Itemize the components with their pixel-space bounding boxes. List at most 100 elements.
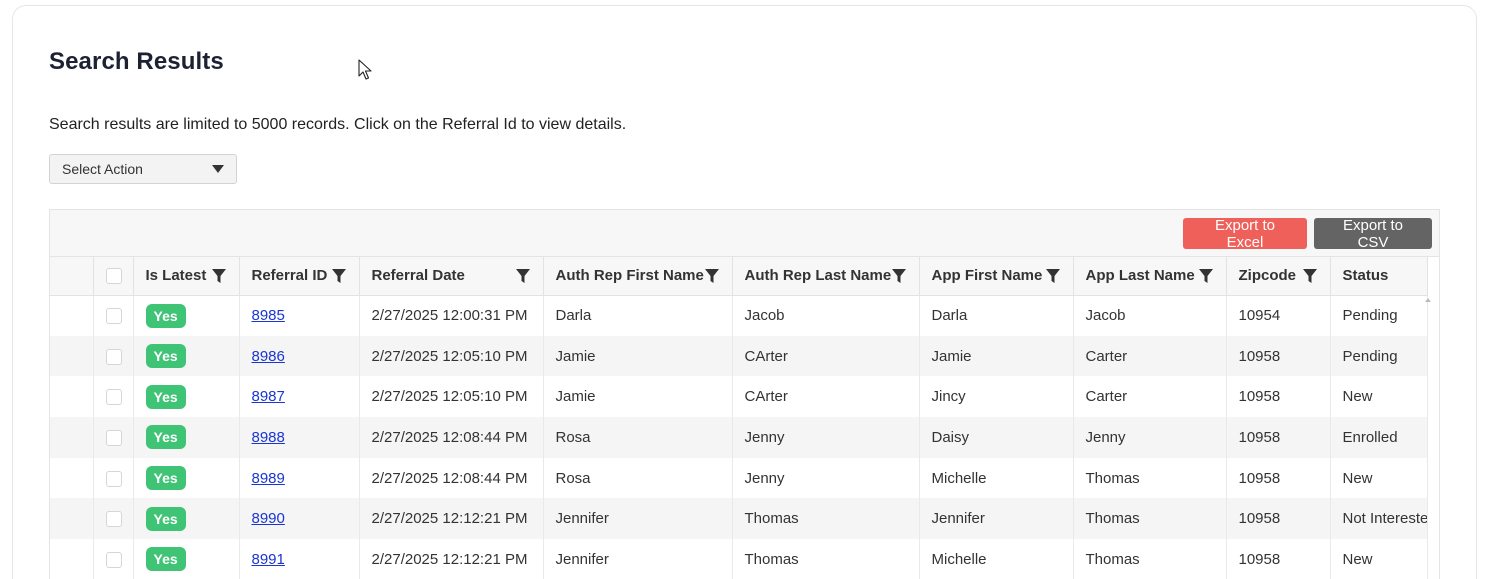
results-table: Is Latest Referral ID Referral Date Auth… [50, 257, 1428, 579]
is-latest-badge: Yes [145, 425, 186, 450]
header-app-last-name[interactable]: App Last Name [1073, 257, 1227, 296]
row-blank-cell [50, 335, 94, 377]
cell-zipcode: 10958 [1226, 498, 1331, 540]
header-referral-date[interactable]: Referral Date [359, 257, 544, 296]
table-row: Yes 8987 2/27/2025 12:05:10 PM Jamie CArter J… [50, 376, 1428, 418]
is-latest-badge: Yes [145, 384, 186, 409]
cell-app-last: Thomas [1073, 498, 1227, 540]
referral-id-cell: 8989 [239, 457, 360, 499]
referral-id-cell: 8986 [239, 335, 360, 377]
filter-icon[interactable] [1302, 268, 1318, 284]
header-status[interactable]: Status [1330, 257, 1428, 296]
header-auth-rep-first-name[interactable]: Auth Rep First Name [543, 257, 733, 296]
cell-auth-first: Darla [543, 295, 733, 336]
row-checkbox[interactable] [105, 551, 122, 568]
table-row: Yes 8990 2/27/2025 12:12:21 PM Jennifer Thom… [50, 498, 1428, 540]
cell-auth-first: Rosa [543, 457, 733, 499]
row-checkbox[interactable] [105, 389, 122, 406]
cell-app-first: Michelle [919, 457, 1074, 499]
cell-zipcode: 10958 [1226, 417, 1331, 458]
referral-id-link[interactable]: 8990 [252, 510, 285, 527]
select-action-value: Select Action [62, 161, 143, 177]
mouse-cursor-icon [358, 59, 372, 80]
referral-id-link[interactable]: 8991 [252, 551, 285, 568]
scroll-up-arrow-icon[interactable] [1425, 298, 1431, 302]
cell-auth-last: CArter [732, 376, 920, 418]
row-checkbox[interactable] [105, 348, 122, 365]
results-grid: Export to Excel Export to CSV Is Latest … [49, 209, 1440, 579]
referral-id-cell: 8987 [239, 376, 360, 418]
referral-id-cell: 8988 [239, 417, 360, 458]
referral-id-link[interactable]: 8986 [252, 348, 285, 365]
referral-id-cell: 8991 [239, 539, 360, 579]
cell-referral-date: 2/27/2025 12:08:44 PM [359, 457, 544, 499]
cell-auth-last: Jacob [732, 295, 920, 336]
cell-auth-last: CArter [732, 335, 920, 377]
filter-icon[interactable] [331, 268, 347, 284]
row-checkbox[interactable] [105, 511, 122, 528]
cell-auth-last: Jenny [732, 417, 920, 458]
filter-icon[interactable] [1198, 268, 1214, 284]
row-checkbox[interactable] [105, 429, 122, 446]
filter-icon[interactable] [891, 268, 907, 284]
select-action-dropdown[interactable]: Select Action [49, 154, 237, 184]
filter-icon[interactable] [211, 268, 227, 284]
table-row: Yes 8989 2/27/2025 12:08:44 PM Rosa Jenny Mic… [50, 457, 1428, 499]
row-blank-cell [50, 457, 94, 499]
row-select-cell [93, 498, 134, 540]
header-is-latest[interactable]: Is Latest [133, 257, 240, 296]
is-latest-cell: Yes [133, 498, 240, 540]
header-auth-rep-last-name[interactable]: Auth Rep Last Name [732, 257, 920, 296]
filter-icon[interactable] [1045, 268, 1061, 284]
cell-auth-first: Jennifer [543, 498, 733, 540]
select-all-checkbox[interactable] [105, 268, 122, 285]
is-latest-badge: Yes [145, 303, 186, 328]
referral-id-link[interactable]: 8989 [252, 470, 285, 487]
cell-referral-date: 2/27/2025 12:08:44 PM [359, 417, 544, 458]
cell-app-first: Daisy [919, 417, 1074, 458]
is-latest-cell: Yes [133, 539, 240, 579]
cell-app-first: Jincy [919, 376, 1074, 418]
filter-icon[interactable] [515, 268, 531, 284]
header-blank [50, 257, 94, 296]
referral-id-link[interactable]: 8988 [252, 429, 285, 446]
cell-status: New [1330, 539, 1428, 579]
is-latest-badge: Yes [145, 344, 186, 369]
export-csv-button[interactable]: Export to CSV [1314, 217, 1432, 251]
cell-referral-date: 2/27/2025 12:05:10 PM [359, 376, 544, 418]
header-app-first-name[interactable]: App First Name [919, 257, 1074, 296]
cell-app-last: Thomas [1073, 457, 1227, 499]
cell-auth-first: Rosa [543, 417, 733, 458]
header-label: Is Latest [145, 267, 207, 285]
cell-referral-date: 2/27/2025 12:12:21 PM [359, 498, 544, 540]
cell-app-last: Thomas [1073, 539, 1227, 579]
is-latest-cell: Yes [133, 335, 240, 377]
cell-zipcode: 10958 [1226, 335, 1331, 377]
cell-app-first: Jennifer [919, 498, 1074, 540]
row-checkbox[interactable] [105, 470, 122, 487]
cell-status: Pending [1330, 335, 1428, 377]
dropdown-caret-icon [212, 165, 224, 173]
cell-auth-last: Thomas [732, 539, 920, 579]
header-label: Referral ID [251, 267, 328, 285]
header-referral-id[interactable]: Referral ID [239, 257, 360, 296]
referral-id-link[interactable]: 8987 [252, 388, 285, 405]
header-label: Referral Date [371, 267, 465, 285]
cell-zipcode: 10954 [1226, 295, 1331, 336]
referral-id-link[interactable]: 8985 [252, 307, 285, 324]
cell-status: Enrolled [1330, 417, 1428, 458]
cell-app-first: Jamie [919, 335, 1074, 377]
row-checkbox[interactable] [105, 308, 122, 325]
filter-icon[interactable] [704, 268, 720, 284]
export-excel-button[interactable]: Export to Excel [1183, 217, 1307, 251]
table-header-row: Is Latest Referral ID Referral Date Auth… [50, 257, 1428, 296]
cell-app-first: Darla [919, 295, 1074, 336]
table-row: Yes 8988 2/27/2025 12:08:44 PM Rosa Jenny Dai… [50, 417, 1428, 458]
is-latest-badge: Yes [145, 506, 186, 531]
row-select-cell [93, 376, 134, 418]
header-zipcode[interactable]: Zipcode [1226, 257, 1331, 296]
cell-zipcode: 10958 [1226, 457, 1331, 499]
is-latest-badge: Yes [145, 547, 186, 572]
cell-auth-first: Jamie [543, 335, 733, 377]
row-select-cell [93, 539, 134, 579]
